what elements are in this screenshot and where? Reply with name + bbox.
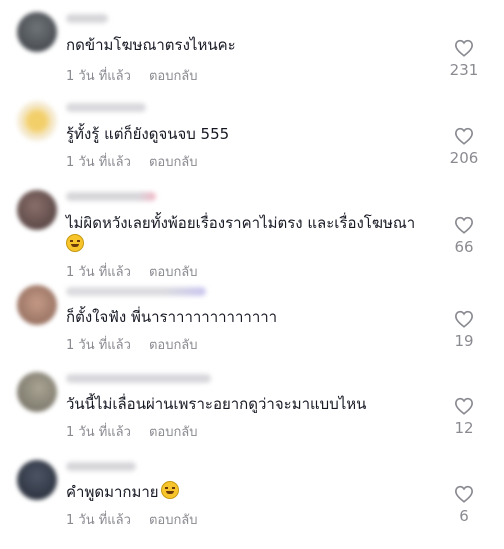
comment-item: วันนี้ไม่เลื่อนผ่านเพราะอยากดูว่าจะมาแบบ…	[0, 372, 504, 447]
comment-text-content: ไม่ผิดหวังเลยทั้งพ้อยเรื่องราคาไม่ตรง แล…	[66, 214, 416, 232]
comment-item: คำพูดมากมาย 1 วัน ที่แล้ว ตอบกลับ 6	[0, 460, 504, 540]
like-count: 206	[449, 149, 479, 167]
reply-button[interactable]: ตอบกลับ	[149, 513, 198, 528]
comment-meta: 1 วัน ที่แล้ว ตอบกลับ	[66, 421, 198, 442]
comment-meta: 1 วัน ที่แล้ว ตอบกลับ	[66, 334, 198, 355]
comment-time: 1 วัน ที่แล้ว	[66, 425, 131, 440]
heart-outline-icon	[454, 127, 474, 145]
heart-outline-icon	[454, 216, 474, 234]
like-button[interactable]: 66	[442, 216, 486, 256]
like-button[interactable]: 231	[442, 39, 486, 79]
avatar[interactable]	[17, 285, 57, 325]
username-blurred[interactable]	[66, 192, 156, 201]
comment-item: ก็ตั้งใจฟัง พี่นาราาาาาาาาาาาาา 1 วัน ที…	[0, 285, 504, 360]
comment-text: ก็ตั้งใจฟัง พี่นาราาาาาาาาาาาาา	[66, 308, 278, 326]
like-count: 6	[459, 507, 469, 525]
rolling-laughing-emoji	[160, 481, 179, 499]
comment-meta: 1 วัน ที่แล้ว ตอบกลับ	[66, 261, 198, 282]
like-count: 12	[454, 419, 474, 437]
avatar[interactable]	[17, 460, 57, 500]
username-blurred[interactable]	[66, 287, 206, 296]
comment-item: รู้ทั้งรู้ แต่ก็ยังดูจนจบ 555 1 วัน ที่แ…	[0, 101, 504, 176]
like-count: 66	[454, 238, 474, 256]
reply-button[interactable]: ตอบกลับ	[149, 155, 198, 170]
comment-time: 1 วัน ที่แล้ว	[66, 69, 131, 84]
avatar[interactable]	[17, 101, 57, 141]
comment-time: 1 วัน ที่แล้ว	[66, 155, 131, 170]
comment-text: วันนี้ไม่เลื่อนผ่านเพราะอยากดูว่าจะมาแบบ…	[66, 395, 367, 413]
username-blurred[interactable]	[66, 103, 146, 112]
heart-outline-icon	[454, 485, 474, 503]
like-count: 231	[449, 61, 479, 79]
like-button[interactable]: 12	[442, 397, 486, 437]
comment-text: ไม่ผิดหวังเลยทั้งพ้อยเรื่องราคาไม่ตรง แล…	[66, 212, 436, 256]
comment-text: รู้ทั้งรู้ แต่ก็ยังดูจนจบ 555	[66, 125, 230, 143]
like-button[interactable]: 6	[442, 485, 486, 525]
comment-time: 1 วัน ที่แล้ว	[66, 513, 131, 528]
reply-button[interactable]: ตอบกลับ	[149, 69, 198, 84]
username-blurred[interactable]	[66, 374, 211, 383]
comment-time: 1 วัน ที่แล้ว	[66, 265, 131, 280]
comment-item: กดข้ามโฆษณาตรงไหนคะ 1 วัน ที่แล้ว ตอบกลับ…	[0, 12, 504, 87]
comment-time: 1 วัน ที่แล้ว	[66, 338, 131, 353]
grinning-face-emoji	[66, 234, 84, 252]
comment-meta: 1 วัน ที่แล้ว ตอบกลับ	[66, 65, 198, 86]
like-button[interactable]: 19	[442, 310, 486, 350]
reply-button[interactable]: ตอบกลับ	[149, 265, 198, 280]
username-blurred[interactable]	[66, 14, 108, 23]
username-blurred[interactable]	[66, 462, 136, 471]
comment-meta: 1 วัน ที่แล้ว ตอบกลับ	[66, 151, 198, 172]
comment-meta: 1 วัน ที่แล้ว ตอบกลับ	[66, 509, 198, 530]
heart-outline-icon	[454, 397, 474, 415]
heart-outline-icon	[454, 310, 474, 328]
reply-button[interactable]: ตอบกลับ	[149, 338, 198, 353]
comment-item: ไม่ผิดหวังเลยทั้งพ้อยเรื่องราคาไม่ตรง แล…	[0, 190, 504, 280]
comment-text: กดข้ามโฆษณาตรงไหนคะ	[66, 36, 236, 54]
comment-text-content: คำพูดมากมาย	[66, 483, 159, 501]
heart-outline-icon	[454, 39, 474, 57]
avatar[interactable]	[17, 190, 57, 230]
comment-text: คำพูดมากมาย	[66, 481, 436, 503]
reply-button[interactable]: ตอบกลับ	[149, 425, 198, 440]
avatar[interactable]	[17, 372, 57, 412]
like-count: 19	[454, 332, 474, 350]
avatar[interactable]	[17, 12, 57, 52]
like-button[interactable]: 206	[442, 127, 486, 167]
